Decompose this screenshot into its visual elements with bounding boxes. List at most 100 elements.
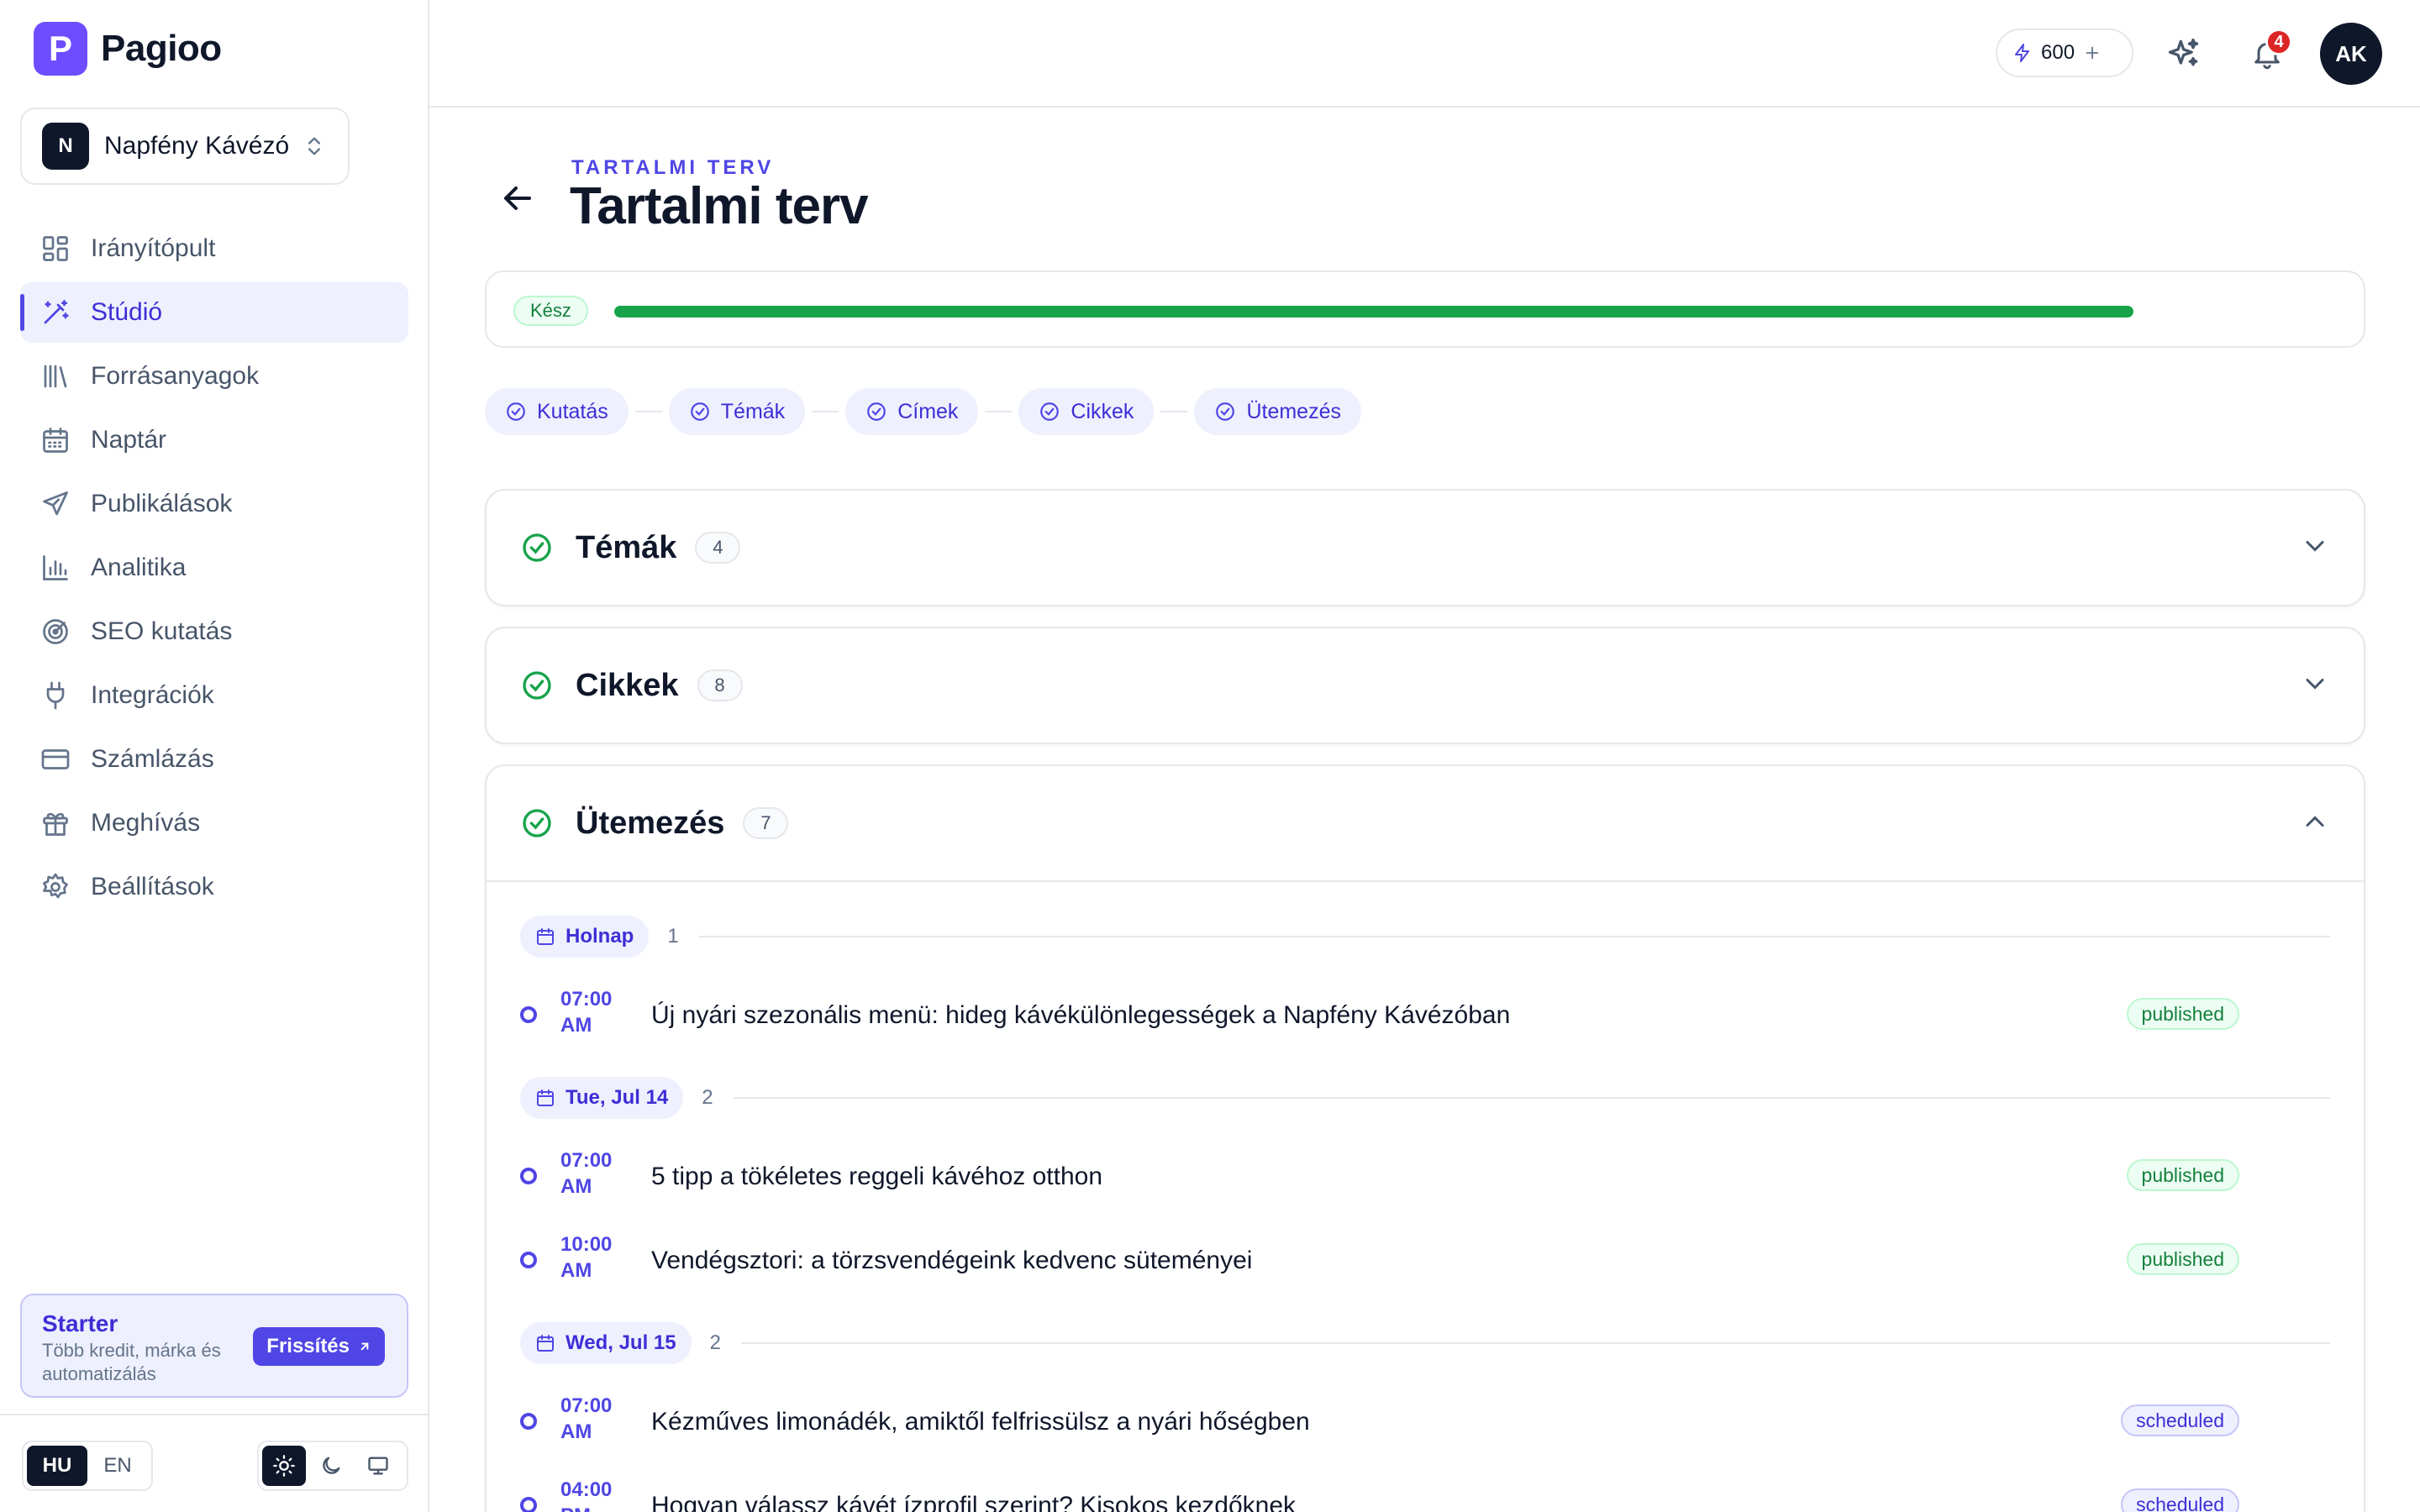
section-count: 8 bbox=[697, 669, 743, 701]
step-titles[interactable]: Címek bbox=[845, 388, 979, 435]
upgrade-button-label: Frissítés bbox=[266, 1335, 350, 1357]
plus-icon bbox=[2086, 46, 2099, 60]
sidebar-item-calendar[interactable]: Naptár bbox=[20, 410, 408, 470]
settings-icon bbox=[43, 873, 68, 899]
theme-dark-button[interactable] bbox=[309, 1446, 353, 1486]
sidebar-item-publishing[interactable]: Publikálások bbox=[20, 474, 408, 534]
day-label: Wed, Jul 15 bbox=[566, 1331, 676, 1354]
step-scheduling[interactable]: Ütemezés bbox=[1194, 388, 1361, 435]
status-badge: published bbox=[2126, 1159, 2239, 1191]
calendar-icon bbox=[537, 928, 554, 945]
schedule-entry[interactable]: 10:00 AM Vendégsztori: a törzsvendégeink… bbox=[520, 1228, 2330, 1295]
radar-icon bbox=[43, 619, 68, 644]
sidebar-item-analytics[interactable]: Analitika bbox=[20, 538, 408, 598]
section-schedule: Ütemezés 7 Holnap 1 07:00 AM Új nyári sz… bbox=[485, 764, 2365, 1512]
user-avatar[interactable]: AK bbox=[2320, 23, 2382, 85]
schedule-entry[interactable]: 07:00 AM Új nyári szezonális menü: hideg… bbox=[520, 983, 2330, 1050]
step-connector bbox=[985, 411, 1013, 412]
credits-value: 600 bbox=[2041, 41, 2075, 64]
workspace-avatar: N bbox=[42, 123, 89, 170]
monitor-icon bbox=[368, 1457, 388, 1475]
credits-button[interactable]: 600 bbox=[1996, 29, 2133, 77]
schedule-entry[interactable]: 04:00 PM Hogyan válassz kávét ízprofil s… bbox=[520, 1473, 2330, 1512]
sidebar-item-label: Stúdió bbox=[91, 298, 163, 326]
step-connector bbox=[634, 411, 662, 412]
divider bbox=[740, 1342, 2330, 1344]
ai-assistant-button[interactable] bbox=[2164, 34, 2204, 74]
timeline-dot bbox=[520, 1006, 537, 1023]
progress-card: Kész bbox=[485, 270, 2365, 348]
timeline-dot bbox=[520, 1168, 537, 1184]
step-label: Cikkek bbox=[1071, 399, 1134, 423]
entry-time: 07:00 AM bbox=[560, 1149, 613, 1198]
library-icon bbox=[44, 365, 67, 388]
back-arrow-icon[interactable] bbox=[497, 178, 538, 218]
language-option-en[interactable]: EN bbox=[87, 1446, 148, 1486]
notifications-button[interactable]: 4 bbox=[2247, 29, 2292, 74]
sidebar-item-billing[interactable]: Számlázás bbox=[20, 729, 408, 790]
upgrade-promo: Starter Több kredit, márka és automatizá… bbox=[20, 1294, 408, 1398]
status-badge: scheduled bbox=[2121, 1404, 2239, 1436]
sidebar-item-sources[interactable]: Forrásanyagok bbox=[20, 346, 408, 407]
sidebar-item-studio[interactable]: Stúdió bbox=[20, 282, 408, 343]
dashboard-icon bbox=[43, 236, 68, 261]
brand[interactable]: P Pagioo bbox=[34, 22, 222, 76]
sparkles-icon bbox=[2168, 38, 2199, 66]
schedule-entry[interactable]: 07:00 AM Kézműves limonádék, amiktől fel… bbox=[520, 1389, 2330, 1457]
check-circle-icon bbox=[867, 402, 886, 421]
entry-time: 10:00 AM bbox=[560, 1233, 613, 1282]
entry-title: Kézműves limonádék, amiktől felfrissülsz… bbox=[651, 1408, 1310, 1436]
status-badge: scheduled bbox=[2121, 1488, 2239, 1512]
sidebar-item-seo[interactable]: SEO kutatás bbox=[20, 601, 408, 662]
upgrade-button[interactable]: Frissítés bbox=[253, 1327, 385, 1366]
step-research[interactable]: Kutatás bbox=[485, 388, 629, 435]
section-topics: Témák 4 bbox=[485, 489, 2365, 606]
plug-icon bbox=[46, 681, 65, 710]
entry-time: 07:00 AM bbox=[560, 988, 613, 1037]
sidebar-item-settings[interactable]: Beállítások bbox=[20, 857, 408, 917]
schedule-entry[interactable]: 07:00 AM 5 tipp a tökéletes reggeli kávé… bbox=[520, 1144, 2330, 1211]
gift-icon bbox=[43, 812, 68, 836]
sidebar-item-label: SEO kutatás bbox=[91, 617, 233, 645]
progress-bar bbox=[614, 306, 2133, 318]
language-option-hu[interactable]: HU bbox=[27, 1446, 87, 1486]
sidebar-item-label: Számlázás bbox=[91, 745, 214, 773]
sidebar-item-dashboard[interactable]: Irányítópult bbox=[20, 218, 408, 279]
day-group-header: Holnap 1 bbox=[520, 916, 2330, 958]
step-topics[interactable]: Témák bbox=[668, 388, 806, 435]
day-pill: Holnap bbox=[520, 916, 650, 958]
step-articles[interactable]: Cikkek bbox=[1018, 388, 1155, 435]
calendar-icon bbox=[537, 1089, 554, 1106]
arrow-up-right-icon bbox=[360, 1342, 369, 1351]
workspace-switcher[interactable]: N Napfény Kávézó bbox=[20, 108, 350, 185]
section-header[interactable]: Témák 4 bbox=[487, 491, 2364, 605]
language-switcher: HU EN bbox=[22, 1441, 153, 1491]
sidebar-item-label: Meghívás bbox=[91, 809, 201, 837]
sidebar-item-integrations[interactable]: Integrációk bbox=[20, 665, 408, 726]
sidebar-item-label: Publikálások bbox=[91, 490, 233, 517]
moon-icon bbox=[323, 1457, 340, 1474]
theme-light-button[interactable] bbox=[262, 1446, 306, 1486]
status-badge: published bbox=[2126, 998, 2239, 1030]
step-label: Ütemezés bbox=[1246, 399, 1341, 423]
sidebar-item-label: Irányítópult bbox=[91, 234, 216, 262]
step-label: Kutatás bbox=[537, 399, 608, 423]
entry-time: 07:00 AM bbox=[560, 1394, 613, 1443]
divider bbox=[698, 936, 2330, 937]
page-title: Tartalmi terv bbox=[570, 177, 869, 235]
sidebar-item-label: Analitika bbox=[91, 554, 187, 581]
bar-chart-icon bbox=[43, 555, 68, 580]
lightning-icon bbox=[2015, 44, 2029, 62]
theme-system-button[interactable] bbox=[356, 1446, 400, 1486]
timeline-dot bbox=[520, 1413, 537, 1430]
section-header[interactable]: Ütemezés 7 bbox=[487, 766, 2364, 880]
promo-subtitle: Több kredit, márka és automatizálás bbox=[42, 1340, 221, 1384]
section-articles: Cikkek 8 bbox=[485, 627, 2365, 744]
section-title: Témák bbox=[576, 529, 677, 565]
section-count: 7 bbox=[743, 807, 789, 839]
day-count: 2 bbox=[709, 1331, 721, 1354]
section-header[interactable]: Cikkek 8 bbox=[487, 628, 2364, 743]
sidebar-item-invite[interactable]: Meghívás bbox=[20, 793, 408, 853]
entry-title: Vendégsztori: a törzsvendégeink kedvenc … bbox=[651, 1247, 1253, 1274]
entry-title: Új nyári szezonális menü: hideg kávékülö… bbox=[651, 1001, 1511, 1029]
